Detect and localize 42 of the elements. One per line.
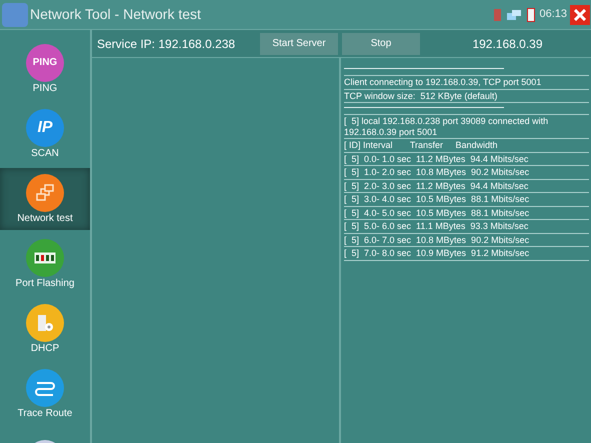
battery-empty-icon: [494, 8, 502, 20]
server-icon: [35, 313, 55, 333]
log-line: [ 5] 1.0- 2.0 sec 10.8 MBytes 90.2 Mbits/sec: [344, 167, 530, 178]
sidebar-label: PING: [32, 84, 58, 94]
window-title: Network Tool - Network test: [30, 5, 201, 24]
log-line: [ 5] local 192.168.0.238 port 39089 connected with 192.168.0.39 port 5001: [344, 116, 550, 137]
client-ip: 192.168.0.39: [471, 36, 544, 52]
icon-label: PING: [32, 58, 58, 68]
sidebar-label: DHCP: [30, 344, 60, 354]
sidebar-label: Trace Route: [18, 409, 72, 419]
icon-label: IP: [37, 120, 53, 136]
log-line: [ 5] 4.0- 5.0 sec 10.5 MBytes 88.1 Mbits/sec: [344, 208, 530, 218]
network-status-icon: [507, 10, 522, 20]
log-line: Client connecting to 192.168.0.39, TCP port 5001: [344, 77, 542, 88]
log-line: [ 5] 5.0- 6.0 sec 11.1 MBytes 93.3 Mbits/sec: [344, 221, 530, 232]
sidebar-item[interactable]: PING PING: [0, 38, 90, 100]
sidebar-item[interactable]: Port Flashing: [0, 233, 90, 295]
log-line: [ ID] Interval Transfer Bandwidth: [344, 140, 499, 150]
sidebar-item[interactable]: Trace Route: [0, 363, 90, 425]
route-icon: [34, 380, 56, 396]
app-logo-icon: [2, 2, 28, 26]
log-line: [ 5] 7.0- 8.0 sec 10.9 MBytes 91.2 Mbits/sec: [344, 248, 530, 258]
log-line: [ 5] 0.0- 1.0 sec 11.2 MBytes 94.4 Mbits/sec: [344, 154, 530, 164]
server-button[interactable]: Stop: [342, 32, 420, 54]
sidebar-label: SCAN: [31, 149, 59, 159]
close-button[interactable]: [570, 4, 590, 24]
sidebar-item[interactable]: DHCP: [0, 298, 90, 360]
sidebar-label: Network test: [17, 214, 73, 224]
service-ip: Service IP: 192.168.0.238: [96, 36, 236, 52]
log-line: [ 5] 2.0- 3.0 sec 11.2 MBytes 94.4 Mbits/sec: [344, 180, 530, 191]
clock: 06:13: [539, 7, 567, 22]
sidebar-item[interactable]: Network test: [0, 168, 90, 230]
server-button[interactable]: Start Server: [260, 32, 338, 54]
network-icon: [35, 184, 55, 202]
log-line: [ 5] 6.0- 7.0 sec 10.8 MBytes 90.2 Mbits/sec: [344, 234, 530, 245]
log-line: TCP window size: 512 KByte (default): [344, 90, 498, 101]
log-line: [ 5] 3.0- 4.0 sec 10.5 MBytes 88.1 Mbits/sec: [344, 194, 530, 204]
battery-charging-icon: [527, 8, 536, 22]
close-icon: [574, 8, 586, 20]
sidebar-item[interactable]: IP SCAN: [0, 103, 90, 165]
port-icon: [34, 252, 56, 264]
sidebar-label: Port Flashing: [16, 279, 74, 289]
